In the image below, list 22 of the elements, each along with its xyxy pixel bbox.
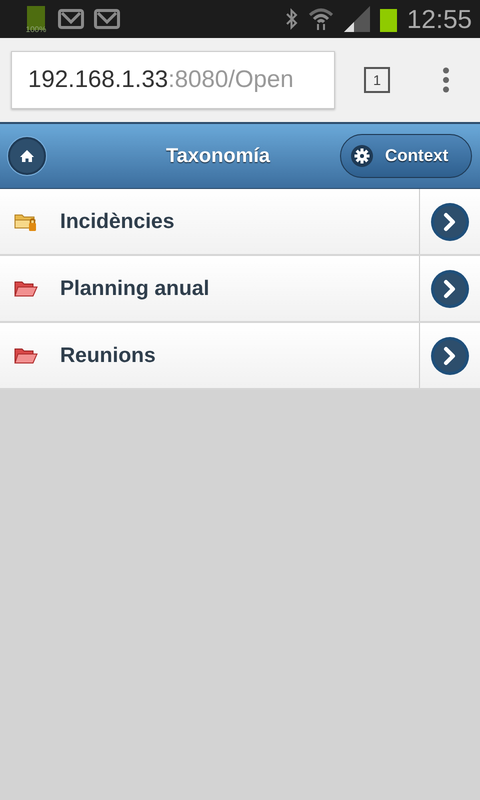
battery-percent: 100%: [26, 25, 46, 34]
folder-lock-icon: [14, 212, 38, 230]
mail-icon: [94, 9, 120, 29]
bluetooth-icon: [286, 8, 298, 30]
menu-icon[interactable]: [442, 67, 450, 93]
clock: 12:55: [406, 4, 472, 34]
folder-icon: [14, 280, 38, 296]
wifi-icon: [308, 7, 334, 31]
chevron-right-icon[interactable]: [430, 268, 470, 308]
url-field[interactable]: 192.168.1.33:8080/Open: [11, 51, 335, 109]
home-icon: [19, 149, 35, 163]
page-title: Taxonomía: [164, 144, 272, 168]
chevron-right-icon[interactable]: [430, 202, 470, 242]
signal-icon: [344, 6, 370, 32]
mail-icon: [58, 9, 84, 29]
tab-count-button[interactable]: 1: [364, 67, 390, 93]
context-button[interactable]: Context: [340, 134, 472, 178]
gear-icon: [351, 145, 373, 167]
home-button[interactable]: [8, 137, 46, 175]
folder-icon: [14, 348, 38, 364]
chevron-right-icon[interactable]: [430, 336, 470, 376]
battery-icon: [380, 6, 397, 32]
